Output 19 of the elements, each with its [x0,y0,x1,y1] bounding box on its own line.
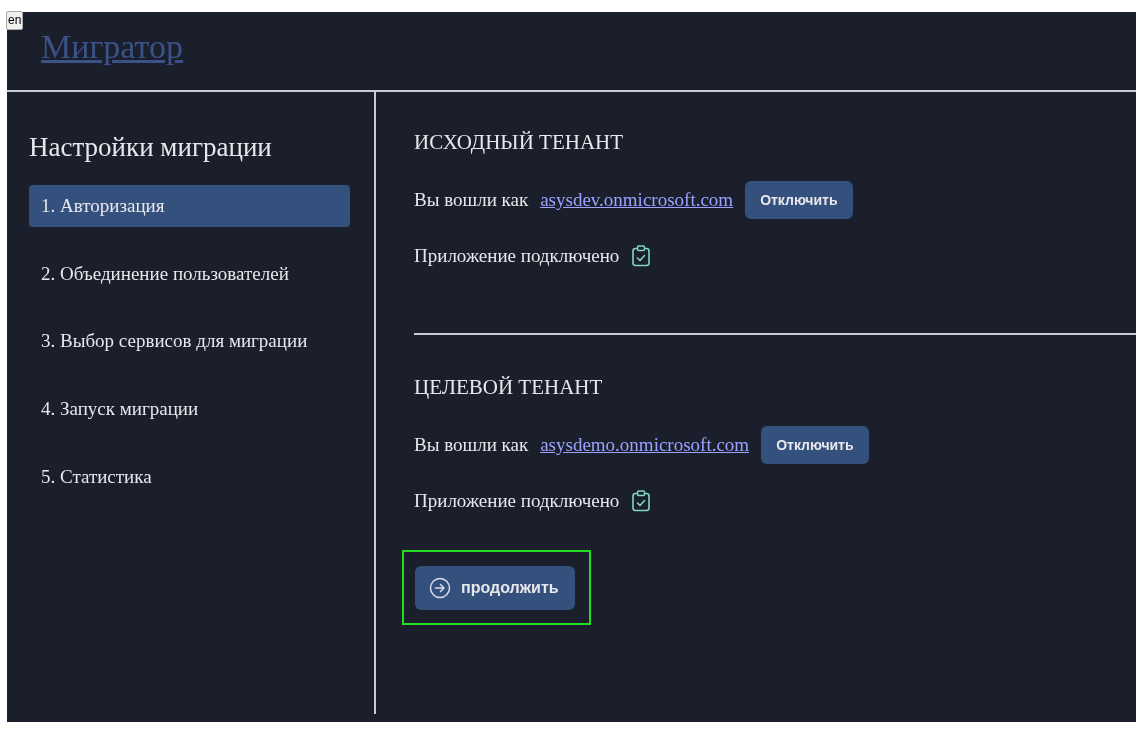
status-text: Приложение подключено [414,490,620,512]
sidebar-item[interactable]: 2. Объединение пользователей [29,252,350,295]
disconnect-button[interactable]: Отключить [761,426,869,464]
section-heading: ИСХОДНЫЙ ТЕНАНТ [414,130,625,155]
signed-in-label: Вы вошли как [414,434,529,456]
continue-button[interactable]: продолжить [415,566,575,610]
language-button[interactable]: en [6,11,24,30]
sidebar-title: Настройки миграции [29,132,273,163]
arrow-right-circle-icon [429,577,451,599]
disconnect-button[interactable]: Отключить [745,181,853,219]
sidebar-item[interactable]: 1. Авторизация [29,185,350,227]
sidebar-item[interactable]: 5. Статистика [29,455,350,498]
status-text: Приложение подключено [414,245,620,267]
sidebar-item[interactable]: 3. Выбор сервисов для миграции [29,320,350,362]
sidebar-item[interactable]: 4. Запуск миграции [29,387,350,430]
signed-in-label: Вы вошли как [414,189,529,211]
account-link[interactable]: asysdev.onmicrosoft.com [540,189,734,211]
section-heading: ЦЕЛЕВОЙ ТЕНАНТ [414,375,604,400]
account-link[interactable]: asysdemo.onmicrosoft.com [540,434,750,456]
